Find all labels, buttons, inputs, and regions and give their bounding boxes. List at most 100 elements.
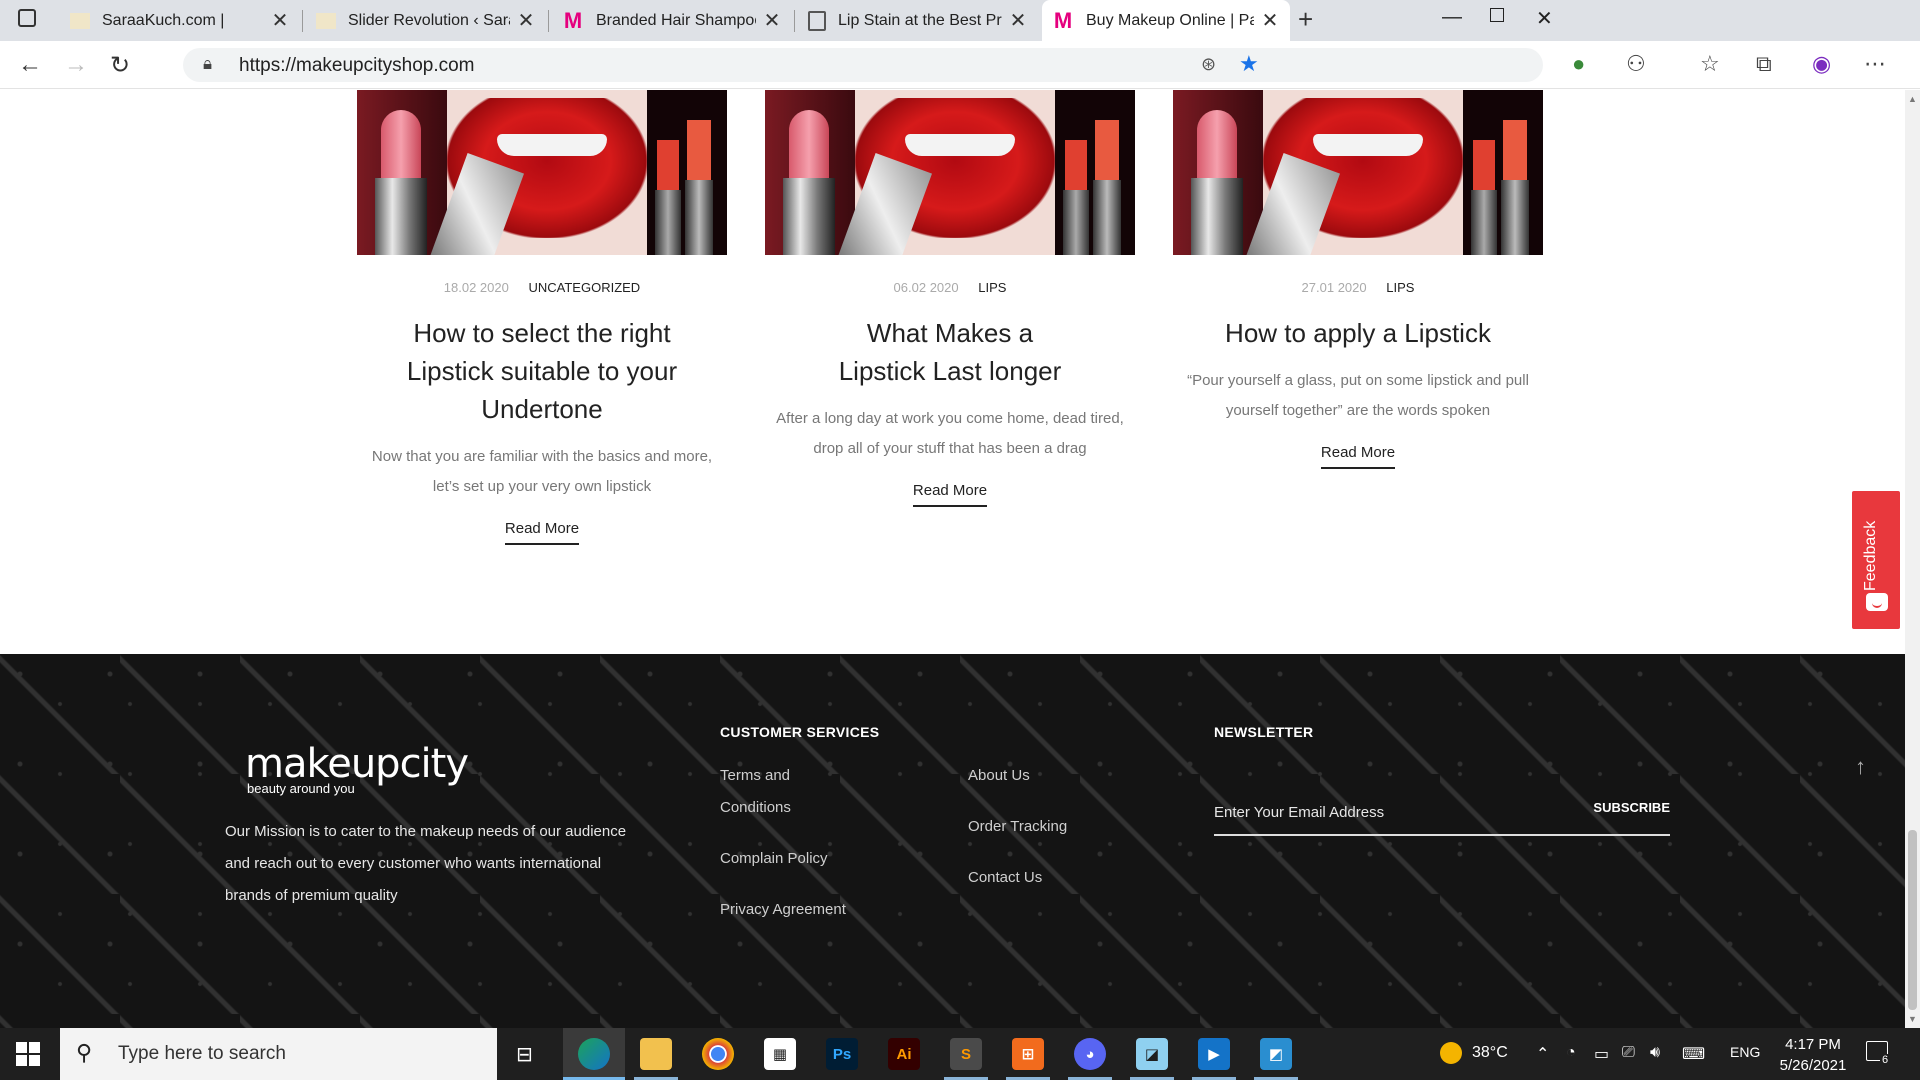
maximize-icon[interactable] bbox=[1490, 8, 1504, 22]
tab-hair-shampoo[interactable]: M Branded Hair Shampoo & Conditioner ✕ bbox=[552, 0, 792, 41]
scroll-down-icon[interactable]: ▼ bbox=[1908, 1014, 1917, 1024]
tab-label: Slider Revolution ‹ SaraaKuch.com bbox=[348, 11, 510, 29]
footer-link-contact[interactable]: Contact Us bbox=[968, 862, 1042, 894]
feedback-tab[interactable]: Feedback bbox=[1852, 491, 1900, 629]
email-placeholder[interactable]: Enter Your Email Address bbox=[1214, 804, 1384, 821]
post-image[interactable] bbox=[357, 90, 727, 255]
tab-actions-icon[interactable] bbox=[18, 9, 36, 27]
minimize-icon[interactable]: — bbox=[1442, 6, 1462, 29]
show-hidden-icons-icon[interactable]: ⌃ bbox=[1536, 1044, 1549, 1064]
tracking-prevention-icon[interactable]: ⊛ bbox=[1201, 54, 1216, 75]
system-clock[interactable]: 4:17 PM 5/26/2021 bbox=[1768, 1034, 1858, 1076]
scroll-top-icon[interactable]: ↑ bbox=[1855, 754, 1866, 780]
close-window-icon[interactable]: ✕ bbox=[1536, 6, 1553, 31]
network-icon[interactable]: ◔ bbox=[1566, 1044, 1576, 1062]
tab-lip-stain[interactable]: Lip Stain at the Best Price Online ✕ bbox=[798, 0, 1038, 41]
sublime-text-icon[interactable]: S bbox=[950, 1038, 982, 1070]
lock-icon[interactable]: 🔒︎ bbox=[203, 54, 212, 74]
chrome-icon[interactable] bbox=[702, 1038, 734, 1070]
tab-label: Buy Makeup Online | Pakistan's # bbox=[1086, 11, 1254, 29]
post-category-link[interactable]: LIPS bbox=[1386, 280, 1414, 295]
tab-makeup-online[interactable]: M Buy Makeup Online | Pakistan's # ✕ bbox=[1042, 0, 1290, 41]
read-more-link[interactable]: Read More bbox=[912, 482, 988, 507]
favorites-icon[interactable]: ☆ bbox=[1700, 51, 1720, 77]
makeupcity-m-icon: M bbox=[1053, 7, 1073, 33]
newsletter-heading: NEWSLETTER bbox=[1214, 724, 1314, 740]
url-text[interactable]: https://makeupcityshop.com bbox=[239, 55, 475, 77]
extension-globe-icon[interactable]: ● bbox=[1572, 51, 1585, 77]
footer-link-terms[interactable]: Terms and Conditions bbox=[720, 760, 840, 824]
logo-tagline: beauty around you bbox=[247, 781, 355, 796]
post-title[interactable]: How to select the right Lipstick suitabl… bbox=[357, 314, 727, 428]
makeupcity-m-icon: M bbox=[563, 7, 583, 33]
post-title[interactable]: How to apply a Lipstick bbox=[1173, 314, 1543, 352]
page-scrollbar[interactable]: ▲ ▼ bbox=[1905, 90, 1920, 1028]
blog-post-card: 18.02 2020 UNCATEGORIZED How to select t… bbox=[357, 90, 727, 545]
windows-start-icon[interactable] bbox=[16, 1042, 40, 1066]
chat-app-icon[interactable]: ◕ bbox=[1074, 1038, 1106, 1070]
more-options-icon[interactable]: ⋯ bbox=[1864, 51, 1886, 77]
read-more-link[interactable]: Read More bbox=[504, 520, 580, 545]
subscribe-button[interactable]: SUBSCRIBE bbox=[1593, 800, 1670, 815]
address-bar[interactable]: 🔒︎ https://makeupcityshop.com ⊛ ★ bbox=[183, 48, 1543, 82]
collections-icon[interactable]: ⧉ bbox=[1756, 51, 1772, 77]
close-tab-icon[interactable]: ✕ bbox=[1260, 8, 1280, 33]
microsoft-store-icon[interactable]: ▦ bbox=[764, 1038, 796, 1070]
search-placeholder[interactable]: Type here to search bbox=[118, 1043, 286, 1065]
post-image[interactable] bbox=[765, 90, 1135, 255]
weather-temp[interactable]: 38°C bbox=[1472, 1044, 1508, 1062]
tab-saraakuch[interactable]: SaraaKuch.com | ✕ bbox=[60, 0, 300, 41]
tab-label: SaraaKuch.com | bbox=[102, 11, 225, 29]
newsletter-email-input[interactable]: Enter Your Email Address SUBSCRIBE bbox=[1214, 794, 1670, 836]
battery-icon[interactable]: ▭ bbox=[1594, 1044, 1609, 1064]
footer-link-complain-policy[interactable]: Complain Policy bbox=[720, 843, 828, 875]
photoshop-icon[interactable]: Ps bbox=[826, 1038, 858, 1070]
footer-link-order-tracking[interactable]: Order Tracking bbox=[968, 811, 1067, 843]
post-date: 27.01 2020 bbox=[1301, 280, 1367, 295]
edge-browser-icon[interactable] bbox=[578, 1038, 610, 1070]
volume-icon[interactable]: 🔊︎ bbox=[1650, 1044, 1660, 1062]
app-orange-icon[interactable]: ⊞ bbox=[1012, 1038, 1044, 1070]
post-date: 06.02 2020 bbox=[893, 280, 959, 295]
post-image[interactable] bbox=[1173, 90, 1543, 255]
close-tab-icon[interactable]: ✕ bbox=[516, 8, 536, 33]
back-arrow-icon[interactable]: ← bbox=[18, 51, 42, 79]
meet-now-icon[interactable]: ⎚ bbox=[1622, 1044, 1635, 1062]
file-explorer-icon[interactable] bbox=[640, 1038, 672, 1070]
language-indicator[interactable]: ENG bbox=[1730, 1044, 1760, 1060]
scrollbar-thumb[interactable] bbox=[1908, 830, 1917, 1010]
profile-icon[interactable]: ◉ bbox=[1812, 51, 1831, 77]
close-tab-icon[interactable]: ✕ bbox=[1008, 8, 1028, 33]
post-excerpt: After a long day at work you come home, … bbox=[776, 410, 1124, 457]
footer-link-privacy[interactable]: Privacy Agreement bbox=[720, 894, 846, 926]
feedback-label[interactable]: Feedback bbox=[1862, 521, 1880, 591]
scroll-up-icon[interactable]: ▲ bbox=[1908, 94, 1917, 104]
new-tab-icon[interactable]: + bbox=[1298, 4, 1313, 35]
footer-logo[interactable]: makeupcity beauty around you bbox=[245, 741, 469, 796]
extension-puzzle-icon[interactable]: ⚇ bbox=[1626, 51, 1646, 77]
post-meta: 18.02 2020 UNCATEGORIZED bbox=[357, 280, 727, 296]
blog-post-card: 27.01 2020 LIPS How to apply a Lipstick … bbox=[1173, 90, 1543, 469]
keyboard-icon[interactable]: ⌨ bbox=[1682, 1044, 1705, 1064]
close-tab-icon[interactable]: ✕ bbox=[270, 8, 290, 33]
footer-link-about[interactable]: About Us bbox=[968, 760, 1030, 792]
notepad-icon[interactable]: ◪ bbox=[1136, 1038, 1168, 1070]
taskbar-search-box[interactable]: ⚲ Type here to search bbox=[60, 1028, 497, 1080]
media-player-icon[interactable]: ▶ bbox=[1198, 1038, 1230, 1070]
refresh-icon[interactable]: ↻ bbox=[110, 51, 130, 80]
photos-icon[interactable]: ◩ bbox=[1260, 1038, 1292, 1070]
post-category-link[interactable]: LIPS bbox=[978, 280, 1006, 295]
task-view-icon[interactable]: ⊟ bbox=[516, 1042, 533, 1067]
forward-arrow-icon[interactable]: → bbox=[64, 51, 88, 79]
favorite-star-icon[interactable]: ★ bbox=[1239, 51, 1259, 77]
post-title[interactable]: What Makes a Lipstick Last longer bbox=[765, 314, 1135, 390]
mission-text: Our Mission is to cater to the makeup ne… bbox=[225, 823, 627, 904]
clock-date: 5/26/2021 bbox=[1779, 1057, 1847, 1074]
tab-slider-revolution[interactable]: Slider Revolution ‹ SaraaKuch.com ✕ bbox=[306, 0, 546, 41]
post-meta: 06.02 2020 LIPS bbox=[765, 280, 1135, 296]
close-tab-icon[interactable]: ✕ bbox=[762, 8, 782, 33]
post-category-link[interactable]: UNCATEGORIZED bbox=[528, 280, 640, 295]
weather-sun-icon[interactable] bbox=[1440, 1042, 1462, 1064]
illustrator-icon[interactable]: Ai bbox=[888, 1038, 920, 1070]
read-more-link[interactable]: Read More bbox=[1320, 444, 1396, 469]
